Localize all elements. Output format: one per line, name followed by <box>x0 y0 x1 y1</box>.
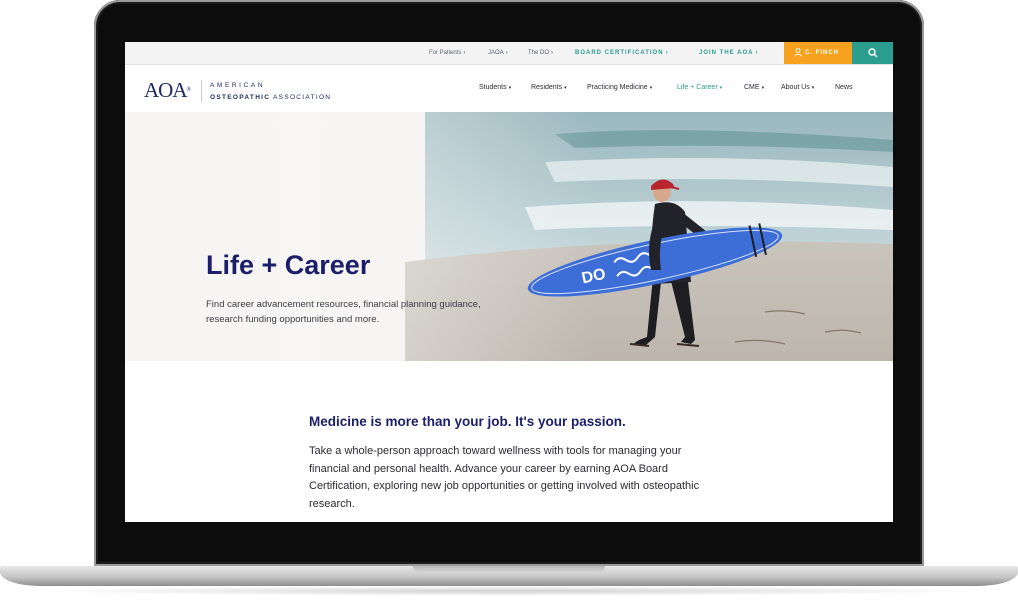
main-header: AOA® AMERICAN OSTEOPATHIC ASSOCIATION St… <box>125 65 893 112</box>
nav-item-news[interactable]: News <box>835 84 853 91</box>
utility-link-for-patients[interactable]: For Patients › <box>429 42 465 64</box>
nav-item-label: Life + Career <box>677 84 718 91</box>
chevron-down-icon: ▾ <box>811 85 815 91</box>
nav-item-label: About Us <box>781 84 810 91</box>
content-heading: Medicine is more than your job. It's you… <box>309 414 626 429</box>
chevron-right-icon: › <box>755 50 759 56</box>
utility-bar: For Patients › JAOA › The DO › BOARD CERTIF… <box>125 42 893 65</box>
logo-mark: AOA® <box>144 79 191 101</box>
search-icon <box>868 48 878 58</box>
utility-link-the-do[interactable]: The DO › <box>528 42 553 64</box>
hero-description: Find career advancement resources, finan… <box>206 299 481 325</box>
logo-line-2: OSTEOPATHIC ASSOCIATION <box>210 94 331 101</box>
utility-link-label: The DO <box>528 50 550 56</box>
nav-item-about-us[interactable]: About Us ▾ <box>781 84 814 91</box>
page-title: Life + Career <box>206 250 371 280</box>
nav-item-students[interactable]: Students ▾ <box>479 84 511 91</box>
user-icon <box>794 48 802 57</box>
nav-item-label: Students <box>479 84 507 91</box>
nav-item-practicing-medicine[interactable]: Practicing Medicine ▾ <box>587 84 652 91</box>
utility-link-label: JAOA <box>488 50 504 56</box>
nav-item-label: Practicing Medicine <box>587 84 648 91</box>
content-body: Take a whole-person approach toward well… <box>309 445 700 510</box>
utility-link-label: BOARD CERTIFICATION <box>575 50 664 56</box>
chevron-right-icon: › <box>551 50 554 56</box>
nav-item-cme[interactable]: CME ▾ <box>744 84 764 91</box>
chevron-down-icon: ▾ <box>649 85 653 91</box>
chevron-down-icon: ▾ <box>719 85 723 91</box>
utility-link-board-certification[interactable]: BOARD CERTIFICATION › <box>575 42 669 64</box>
nav-item-label: CME <box>744 84 760 91</box>
chevron-right-icon: › <box>463 50 466 56</box>
logo-divider <box>201 80 202 102</box>
chevron-down-icon: ▾ <box>761 85 765 91</box>
chevron-down-icon: ▾ <box>508 85 512 91</box>
user-name: C. FINCH <box>805 50 839 56</box>
browser-screen: For Patients › JAOA › The DO › BOARD CERTIF… <box>125 42 893 522</box>
nav-item-residents[interactable]: Residents ▾ <box>531 84 567 91</box>
chevron-right-icon: › <box>505 50 508 56</box>
utility-link-jaoa[interactable]: JAOA › <box>488 42 508 64</box>
utility-link-label: JOIN THE AOA <box>699 50 754 56</box>
chevron-right-icon: › <box>665 50 669 56</box>
logo-line-2-bold: OSTEOPATHIC <box>210 94 271 101</box>
nav-item-label: News <box>835 84 853 91</box>
utility-link-label: For Patients <box>429 50 462 56</box>
logo-line-2-rest: ASSOCIATION <box>273 94 332 101</box>
nav-item-label: Residents <box>531 84 563 91</box>
search-button[interactable] <box>852 42 893 64</box>
hero-banner: DO Life + Career Find career advancement… <box>125 112 893 361</box>
laptop-notch <box>413 566 605 573</box>
logo-mark-text: AOA <box>144 78 187 102</box>
utility-link-join-the-aoa[interactable]: JOIN THE AOA › <box>699 42 758 64</box>
chevron-down-icon: ▾ <box>564 85 567 91</box>
laptop-shadow <box>20 586 998 596</box>
nav-item-life-career[interactable]: Life + Career ▾ <box>677 84 722 91</box>
user-account-button[interactable]: C. FINCH <box>784 42 852 64</box>
logo-line-1: AMERICAN <box>210 82 266 89</box>
registered-mark: ® <box>186 87 192 93</box>
